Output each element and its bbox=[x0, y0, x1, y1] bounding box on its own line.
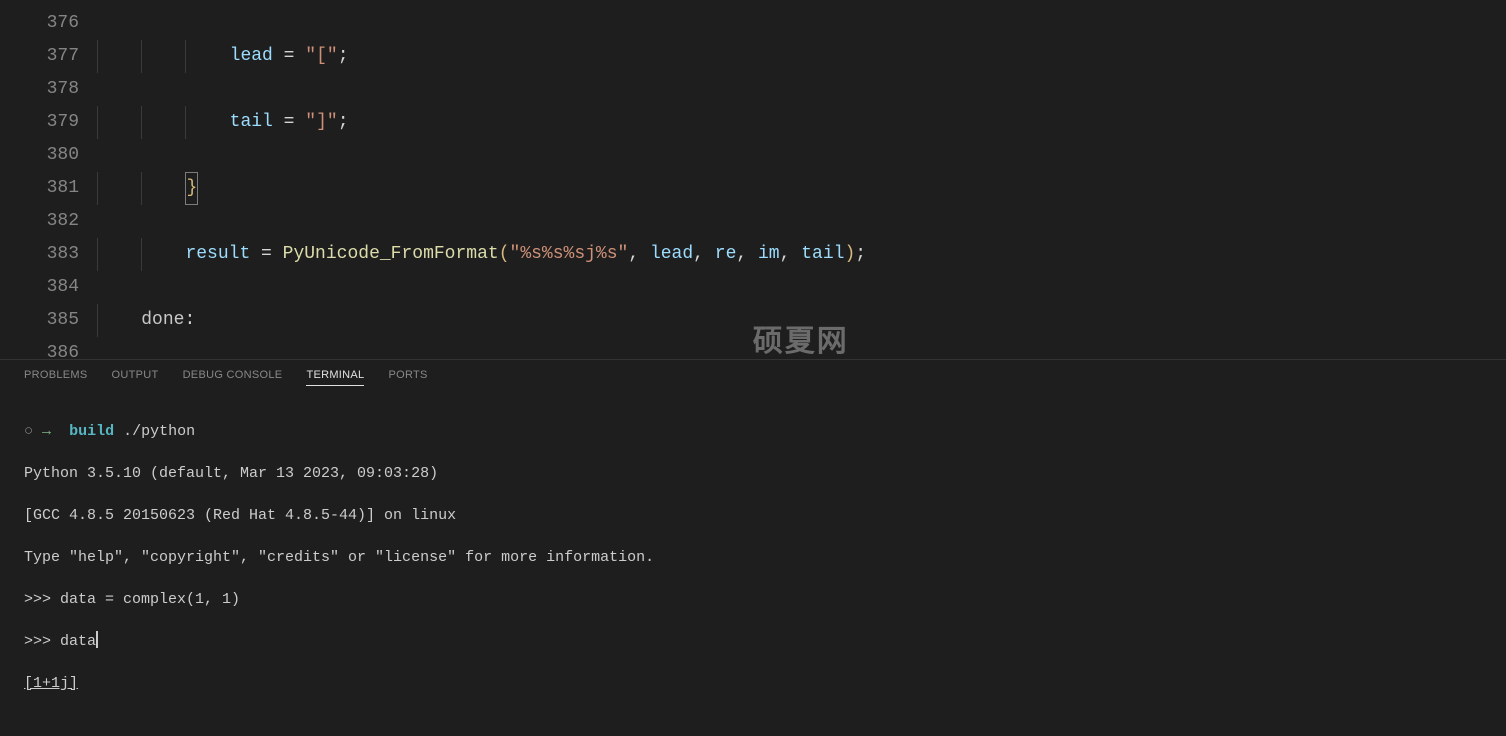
code-editor[interactable]: 376 377 378 379 380 381 382 383 384 385 … bbox=[0, 0, 1506, 359]
line-number: 386 bbox=[0, 337, 79, 359]
bottom-panel: PROBLEMS OUTPUT DEBUG CONSOLE TERMINAL P… bbox=[0, 359, 1506, 550]
line-number: 377 bbox=[0, 40, 79, 73]
line-number: 384 bbox=[0, 271, 79, 304]
code-line: lead = "["; bbox=[97, 40, 1506, 73]
terminal-line: Python 3.5.10 (default, Mar 13 2023, 09:… bbox=[24, 463, 1482, 484]
line-number: 376 bbox=[0, 7, 79, 40]
code-content[interactable]: lead = "["; tail = "]"; } result = PyUni… bbox=[97, 0, 1506, 359]
line-number: 385 bbox=[0, 304, 79, 337]
terminal-line: [1+1j] bbox=[24, 673, 1482, 694]
cursor-box: } bbox=[185, 172, 198, 205]
line-number: 383 bbox=[0, 238, 79, 271]
code-line: done: bbox=[97, 304, 1506, 337]
line-gutter: 376 377 378 379 380 381 382 383 384 385 … bbox=[0, 0, 97, 359]
tab-problems[interactable]: PROBLEMS bbox=[24, 369, 88, 386]
code-line: result = PyUnicode_FromFormat("%s%s%sj%s… bbox=[97, 238, 1506, 271]
panel-tabs: PROBLEMS OUTPUT DEBUG CONSOLE TERMINAL P… bbox=[0, 360, 1506, 394]
tab-output[interactable]: OUTPUT bbox=[112, 369, 159, 386]
line-number: 380 bbox=[0, 139, 79, 172]
tab-debug-console[interactable]: DEBUG CONSOLE bbox=[183, 369, 283, 386]
line-number: 381 bbox=[0, 172, 79, 205]
line-number: 382 bbox=[0, 205, 79, 238]
tab-terminal[interactable]: TERMINAL bbox=[306, 369, 364, 386]
terminal-line: ○ → build ./python bbox=[24, 421, 1482, 442]
line-number: 378 bbox=[0, 73, 79, 106]
terminal-content[interactable]: ○ → build ./python Python 3.5.10 (defaul… bbox=[0, 394, 1506, 736]
code-line: tail = "]"; bbox=[97, 106, 1506, 139]
terminal-line: Type "help", "copyright", "credits" or "… bbox=[24, 547, 1482, 568]
terminal-line: >>> data bbox=[24, 631, 1482, 652]
code-line: } bbox=[97, 172, 1506, 205]
terminal-line: >>> data = complex(1, 1) bbox=[24, 589, 1482, 610]
tab-ports[interactable]: PORTS bbox=[388, 369, 427, 386]
terminal-cursor bbox=[96, 631, 98, 648]
line-number: 379 bbox=[0, 106, 79, 139]
terminal-line: [GCC 4.8.5 20150623 (Red Hat 4.8.5-44)] … bbox=[24, 505, 1482, 526]
